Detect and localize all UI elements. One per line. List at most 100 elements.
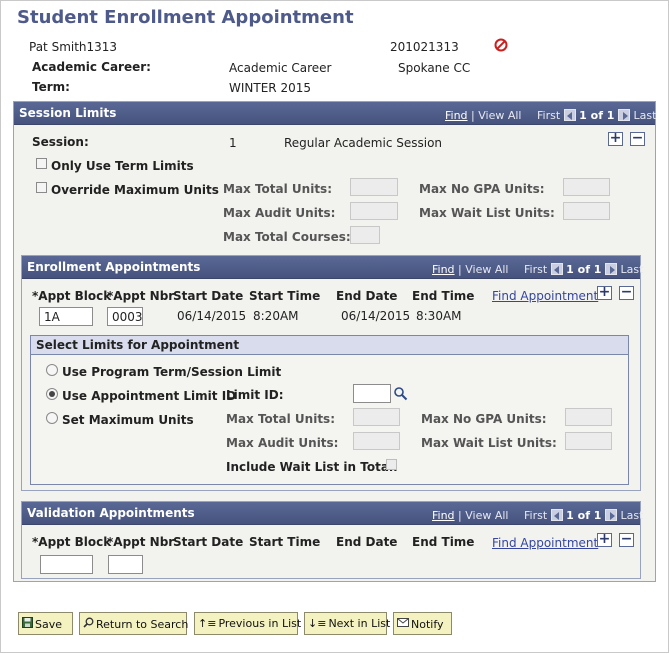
use-appointment-limit-id-radio[interactable] — [46, 388, 58, 400]
first-link[interactable]: First — [524, 509, 547, 522]
next-arrow-icon[interactable] — [604, 263, 617, 275]
save-button[interactable]: Save — [18, 612, 73, 635]
include-wait-list-checkbox[interactable] — [386, 459, 397, 470]
term-value: WINTER 2015 — [229, 81, 311, 95]
find-appointment-link[interactable]: Find Appointment — [492, 289, 598, 303]
start-time-value: 8:20AM — [253, 309, 299, 323]
last-link[interactable]: Last — [620, 263, 643, 276]
row-count: 1 of 1 — [566, 509, 602, 522]
enrollment-appointments-header: Enrollment Appointments Find | View All … — [22, 256, 643, 279]
max-wait-list-units-label: Max Wait List Units: — [421, 436, 557, 450]
view-all-link[interactable]: View All — [478, 109, 521, 122]
find-link[interactable]: Find — [445, 109, 468, 122]
next-arrow-icon[interactable] — [617, 109, 630, 121]
last-link[interactable]: Last — [620, 509, 643, 522]
term-label: Term: — [32, 80, 70, 94]
view-all-link[interactable]: View All — [465, 509, 508, 522]
max-audit-units-field — [353, 432, 400, 450]
return-to-search-label: Return to Search — [96, 618, 189, 631]
max-total-units-field — [353, 408, 400, 426]
previous-arrow-icon[interactable] — [550, 509, 563, 521]
first-link[interactable]: First — [537, 109, 560, 122]
use-program-limit-radio[interactable] — [46, 364, 58, 376]
col-appt-block: *Appt Block — [32, 535, 112, 549]
last-link[interactable]: Last — [633, 109, 656, 122]
col-appt-nbr: *Appt Nbr — [107, 535, 175, 549]
override-maximum-units-checkbox[interactable] — [36, 182, 47, 193]
enrollment-appointments-title: Enrollment Appointments — [27, 260, 201, 274]
max-total-units-label: Max Total Units: — [223, 182, 332, 196]
row-count: 1 of 1 — [579, 109, 615, 122]
start-date-value: 06/14/2015 — [177, 309, 247, 323]
delete-row-icon[interactable]: − — [630, 131, 645, 146]
max-no-gpa-units-field — [563, 178, 610, 196]
max-no-gpa-units-label: Max No GPA Units: — [419, 182, 545, 196]
set-maximum-units-radio[interactable] — [46, 412, 58, 424]
search-icon — [83, 617, 94, 631]
appt-nbr-input[interactable]: 0003 — [107, 307, 143, 326]
previous-in-list-label: Previous in List — [218, 617, 302, 630]
add-row-icon[interactable]: + — [597, 532, 612, 547]
institution: Spokane CC — [398, 61, 471, 75]
lookup-search-icon[interactable] — [393, 386, 408, 401]
col-start-date: Start Date — [173, 289, 244, 303]
find-appointment-link[interactable]: Find Appointment — [492, 536, 598, 550]
appt-block-input[interactable]: 1A — [39, 307, 93, 326]
max-wait-list-units-field — [565, 432, 612, 450]
academic-career-label: Academic Career: — [32, 60, 151, 74]
next-in-list-button[interactable]: ↓≡ Next in List — [304, 612, 391, 635]
max-no-gpa-units-field — [565, 408, 612, 426]
set-maximum-units-label: Set Maximum Units — [62, 413, 194, 427]
notify-button[interactable]: Notify — [393, 612, 452, 635]
include-wait-list-label: Include Wait List in Total: — [226, 460, 398, 474]
max-no-gpa-units-label: Max No GPA Units: — [421, 412, 547, 426]
max-audit-units-label: Max Audit Units: — [223, 206, 336, 220]
previous-in-list-button[interactable]: ↑≡ Previous in List — [194, 612, 302, 635]
max-total-units-field — [350, 178, 398, 196]
select-limits-header: Select Limits for Appointment — [31, 336, 628, 355]
validation-paging: First 1 of 1 Last — [524, 509, 643, 522]
next-arrow-icon[interactable] — [604, 509, 617, 521]
find-link[interactable]: Find — [432, 509, 455, 522]
add-row-icon[interactable]: + — [597, 285, 612, 300]
find-link[interactable]: Find — [432, 263, 455, 276]
end-time-value: 8:30AM — [416, 309, 462, 323]
next-list-icon: ↓≡ — [308, 617, 327, 630]
only-use-term-limits-checkbox[interactable] — [36, 158, 47, 169]
limit-id-input[interactable] — [353, 384, 391, 403]
session-limits-title: Session Limits — [19, 106, 117, 120]
save-icon — [22, 617, 33, 631]
delete-row-icon[interactable]: − — [619, 532, 634, 547]
blocked-icon[interactable] — [494, 38, 508, 52]
first-link[interactable]: First — [524, 263, 547, 276]
notify-icon — [397, 617, 409, 631]
add-row-icon[interactable]: + — [608, 131, 623, 146]
override-maximum-units-label: Override Maximum Units — [51, 183, 219, 197]
return-to-search-button[interactable]: Return to Search — [79, 612, 189, 635]
col-appt-block: *Appt Block — [32, 289, 112, 303]
validation-appt-block-input[interactable] — [40, 555, 93, 574]
only-use-term-limits-label: Only Use Term Limits — [51, 159, 194, 173]
next-in-list-label: Next in List — [328, 617, 391, 630]
page-title: Student Enrollment Appointment — [17, 7, 354, 28]
end-date-value: 06/14/2015 — [341, 309, 411, 323]
session-label: Session: — [32, 135, 89, 149]
col-end-time: End Time — [412, 535, 475, 549]
max-wait-list-units-field — [563, 202, 610, 220]
validation-appointments-title: Validation Appointments — [27, 506, 195, 520]
academic-career-value: Academic Career — [229, 61, 332, 75]
session-limits-paging: First 1 of 1 Last — [537, 109, 656, 122]
validation-appt-nbr-input[interactable] — [108, 555, 143, 574]
view-all-link[interactable]: View All — [465, 263, 508, 276]
max-total-units-label: Max Total Units: — [226, 412, 335, 426]
session-limits-nav: Find | View All — [445, 109, 522, 122]
session-number: 1 — [229, 136, 237, 150]
notify-label: Notify — [411, 618, 444, 631]
previous-arrow-icon[interactable] — [550, 263, 563, 275]
row-count: 1 of 1 — [566, 263, 602, 276]
previous-arrow-icon[interactable] — [563, 109, 576, 121]
validation-nav: Find | View All — [432, 509, 509, 522]
session-name: Regular Academic Session — [284, 136, 443, 150]
enrollment-paging: First 1 of 1 Last — [524, 263, 643, 276]
delete-row-icon[interactable]: − — [619, 285, 634, 300]
